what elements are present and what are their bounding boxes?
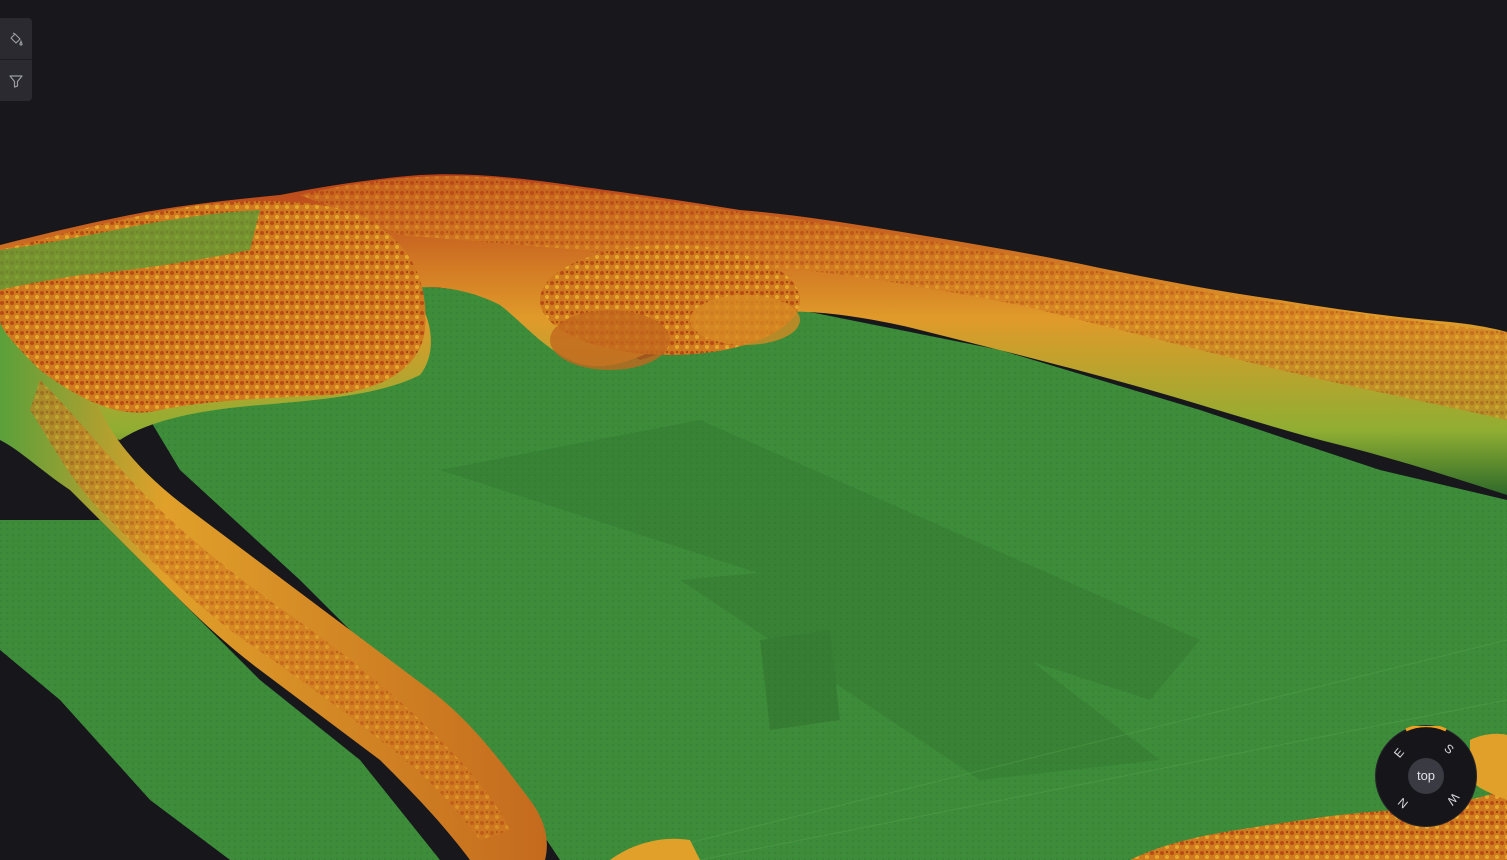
point-cloud-scene: [0, 174, 1507, 860]
filter-icon: [8, 73, 24, 89]
paint-bucket-button[interactable]: [0, 18, 32, 59]
top-view-button[interactable]: top: [1408, 758, 1444, 794]
tool-sidebar: [0, 18, 32, 101]
filter-button[interactable]: [0, 59, 32, 101]
view-compass[interactable]: S W N E top: [1376, 726, 1476, 826]
paint-bucket-icon: [8, 31, 24, 47]
point-cloud-viewport[interactable]: S W N E top: [0, 0, 1507, 860]
